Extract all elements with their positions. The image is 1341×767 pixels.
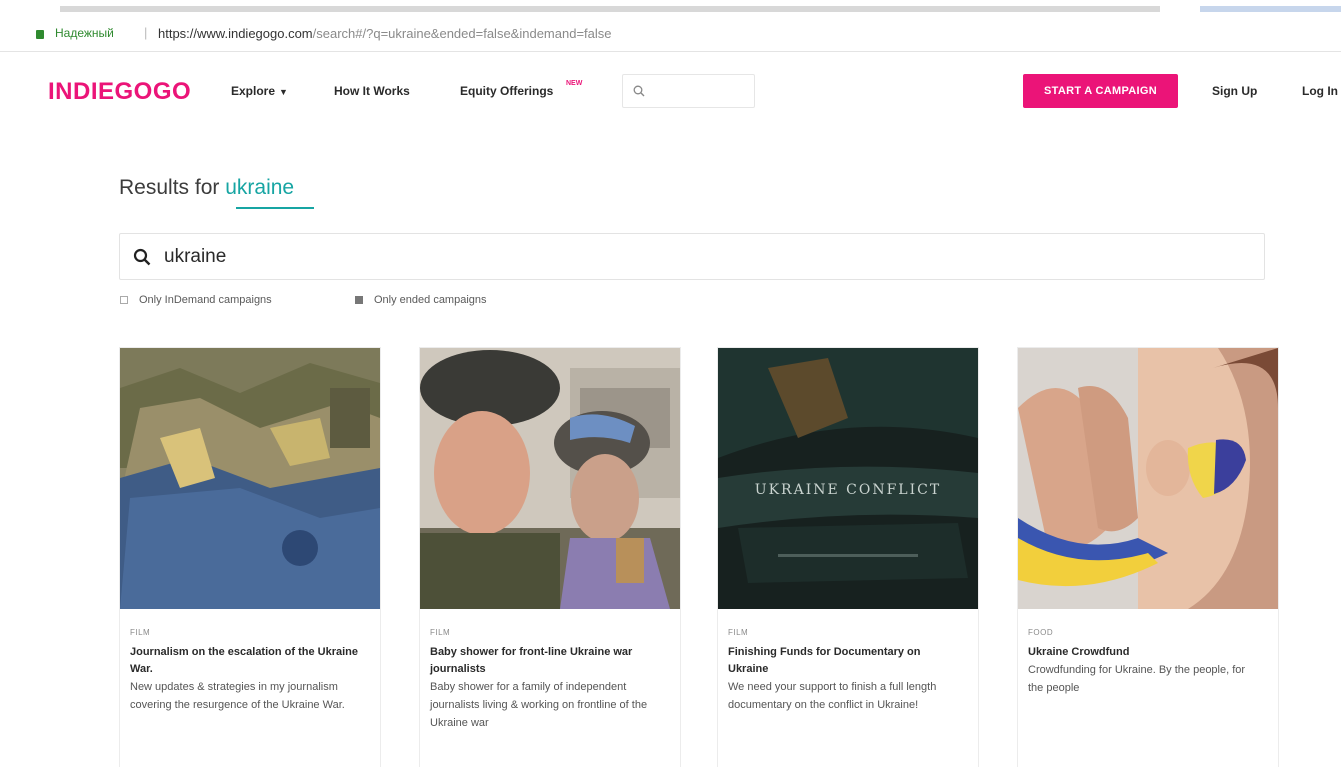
ended-checkbox[interactable] xyxy=(355,296,363,304)
card-title[interactable]: Journalism on the escalation of the Ukra… xyxy=(130,644,360,678)
card-category: FILM xyxy=(728,628,749,637)
journalists-photo xyxy=(420,348,680,609)
results-heading: Results for ukraine xyxy=(119,176,294,200)
results-term-underline xyxy=(236,207,314,209)
campaign-image[interactable] xyxy=(420,348,680,609)
nav-explore-label: Explore xyxy=(231,84,276,98)
search-icon xyxy=(633,85,645,97)
card-description: Baby shower for a family of independent … xyxy=(430,681,648,729)
poster-title: UKRAINE CONFLICT xyxy=(755,482,941,498)
results-term[interactable]: ukraine xyxy=(225,176,294,199)
secure-label: Надежный xyxy=(55,26,114,40)
campaign-image[interactable] xyxy=(1018,348,1278,609)
filter-indemand[interactable]: Only InDemand campaigns xyxy=(120,294,272,306)
card-category: FOOD xyxy=(1028,628,1054,637)
chevron-down-icon: ▼ xyxy=(279,87,288,97)
card-category: FILM xyxy=(130,628,151,637)
documentary-poster: UKRAINE CONFLICT xyxy=(718,348,978,609)
card-title[interactable]: Finishing Funds for Documentary on Ukrai… xyxy=(728,644,958,678)
search-icon xyxy=(133,248,151,266)
campaign-image[interactable]: UKRAINE CONFLICT xyxy=(718,348,978,609)
browser-tab-bar xyxy=(60,6,1160,12)
browser-tab-active[interactable] xyxy=(1200,6,1341,12)
lock-icon xyxy=(36,30,44,39)
search-input[interactable]: ukraine xyxy=(119,233,1265,280)
card-description: Crowdfunding for Ukraine. By the people,… xyxy=(1028,664,1246,694)
card-title[interactable]: Baby shower for front-line Ukraine war j… xyxy=(430,644,660,678)
nav-how-it-works[interactable]: How It Works xyxy=(334,84,410,98)
browser-tab-strip xyxy=(0,0,1341,14)
campaign-card[interactable]: UKRAINE CONFLICT FILM Finishing Funds fo… xyxy=(717,347,979,767)
card-description: We need your support to finish a full le… xyxy=(728,681,937,711)
indiegogo-logo[interactable]: INDIEGOGO xyxy=(48,78,191,106)
campaign-card[interactable]: FILM Journalism on the escalation of the… xyxy=(119,347,381,767)
new-badge: NEW xyxy=(566,80,583,87)
log-in-link[interactable]: Log In xyxy=(1302,84,1338,98)
url-host: https://www.indiegogo.com xyxy=(158,26,313,41)
browser-address-bar[interactable]: Надежный | https://www.indiegogo.com/sea… xyxy=(0,18,1341,52)
address-separator: | xyxy=(144,25,148,40)
start-campaign-button[interactable]: START A CAMPAIGN xyxy=(1023,74,1178,108)
face-paint-photo xyxy=(1018,348,1278,609)
indemand-checkbox[interactable] xyxy=(120,296,128,304)
card-category: FILM xyxy=(430,628,451,637)
card-title[interactable]: Ukraine Crowdfund xyxy=(1028,644,1258,661)
flag-rubble-image xyxy=(120,348,380,609)
url-path: /search#/?q=ukraine&ended=false&indemand… xyxy=(312,26,612,41)
campaign-card[interactable]: FILM Baby shower for front-line Ukraine … xyxy=(419,347,681,767)
nav-equity-offerings[interactable]: Equity Offerings xyxy=(460,84,553,98)
header-search-input[interactable] xyxy=(622,74,755,108)
campaign-card[interactable]: FOOD Ukraine Crowdfund Crowdfunding for … xyxy=(1017,347,1279,767)
campaign-image[interactable] xyxy=(120,348,380,609)
search-value: ukraine xyxy=(164,246,227,267)
card-description: New updates & strategies in my journalis… xyxy=(130,681,345,711)
filter-ended[interactable]: Only ended campaigns xyxy=(355,294,487,306)
results-prefix: Results for xyxy=(119,176,220,199)
site-header: INDIEGOGO Explore ▼ How It Works Equity O… xyxy=(0,60,1341,124)
nav-explore[interactable]: Explore ▼ xyxy=(231,84,288,98)
filter-ended-label: Only ended campaigns xyxy=(374,294,487,306)
address-url[interactable]: https://www.indiegogo.com/search#/?q=ukr… xyxy=(158,26,612,41)
sign-up-link[interactable]: Sign Up xyxy=(1212,84,1257,98)
filter-indemand-label: Only InDemand campaigns xyxy=(139,294,272,306)
